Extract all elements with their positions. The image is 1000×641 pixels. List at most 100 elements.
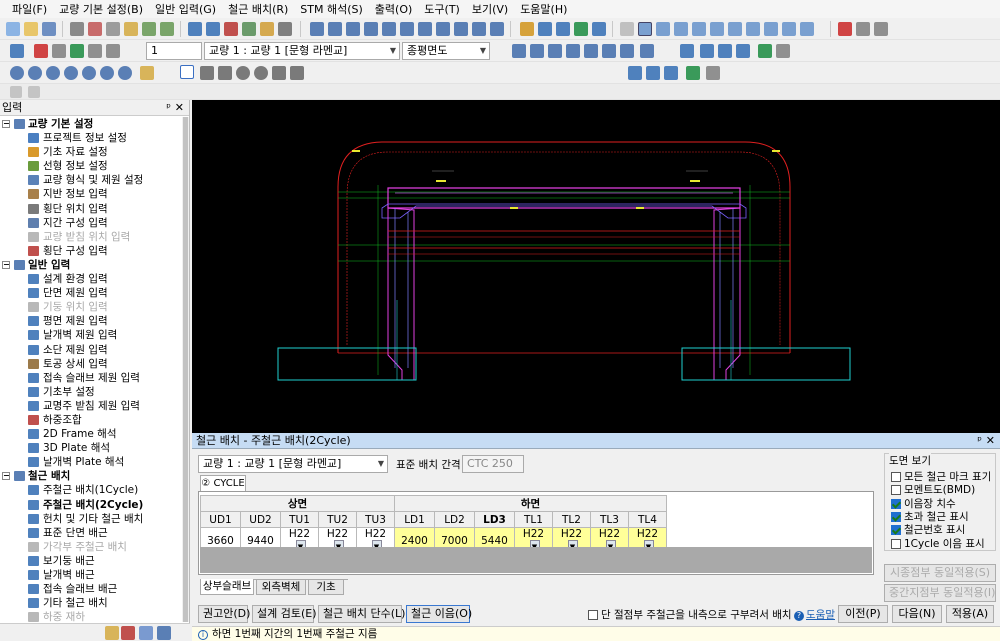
tool-icon[interactable]: [70, 44, 84, 58]
tool-icon[interactable]: [764, 22, 778, 36]
layer-icon[interactable]: [700, 44, 714, 58]
tree-item[interactable]: 보기둥 배근: [0, 554, 182, 568]
tree-item[interactable]: 교명주 받침 제원 입력: [0, 399, 182, 413]
tool-icon[interactable]: [592, 22, 606, 36]
layer-icon[interactable]: [776, 44, 790, 58]
undo-icon[interactable]: [142, 22, 156, 36]
view-icon[interactable]: [382, 22, 396, 36]
checkbox[interactable]: [891, 498, 901, 509]
calc-icon[interactable]: [188, 22, 202, 36]
tool-icon[interactable]: [838, 22, 852, 36]
view-icon[interactable]: [418, 22, 432, 36]
tool-icon[interactable]: [620, 22, 634, 36]
tree-item[interactable]: 소단 제원 입력: [0, 343, 182, 357]
nav-icon[interactable]: [512, 44, 526, 58]
tab-cycle[interactable]: ② CYCLE: [200, 475, 246, 491]
tree-item[interactable]: 하중조합: [0, 413, 182, 427]
view-icon[interactable]: [400, 22, 414, 36]
tool-icon[interactable]: [520, 22, 534, 36]
dialog-bridge-combo[interactable]: 교량 1 : 교량 1 [문형 라멘교] ▼: [198, 455, 388, 473]
tree-item[interactable]: 기초부 설정: [0, 385, 182, 399]
line-icon[interactable]: [180, 65, 194, 79]
circle-icon[interactable]: [254, 66, 268, 80]
checkbox[interactable]: [588, 610, 598, 620]
view-icon[interactable]: [436, 22, 450, 36]
zoom-out-icon[interactable]: [28, 66, 42, 80]
input-tab-icon[interactable]: [121, 626, 135, 640]
tool-icon[interactable]: [746, 22, 760, 36]
view-icon[interactable]: [364, 22, 378, 36]
tool-icon[interactable]: [646, 66, 660, 80]
start-end-apply-button[interactable]: 시종점부 동일적용(S): [884, 564, 996, 582]
paste-icon[interactable]: [124, 22, 138, 36]
tree-item[interactable]: 선형 정보 설정: [0, 159, 182, 173]
option-icon[interactable]: [278, 22, 292, 36]
menu-item[interactable]: STM 해석(S): [294, 1, 369, 17]
nav-icon[interactable]: [530, 44, 544, 58]
tree-item[interactable]: 날개벽 Plate 해석: [0, 455, 182, 469]
tree-item[interactable]: 토공 상세 입력: [0, 357, 182, 371]
help-link[interactable]: ? 도움말: [794, 607, 835, 622]
layer-icon[interactable]: [736, 44, 750, 58]
tree-item[interactable]: 평면 제원 입력: [0, 314, 182, 328]
subtab[interactable]: 외측벽체: [256, 579, 306, 595]
recommend-button[interactable]: 권고안(D): [198, 605, 250, 623]
redo-icon[interactable]: [160, 22, 174, 36]
checkbox[interactable]: [891, 472, 901, 482]
tool-icon[interactable]: [782, 22, 796, 36]
drawing-icon[interactable]: [260, 22, 274, 36]
folder-icon[interactable]: [105, 626, 119, 640]
tool-icon[interactable]: [88, 44, 102, 58]
nav-icon[interactable]: [640, 44, 654, 58]
checkbox[interactable]: [891, 538, 901, 549]
tree-item[interactable]: 헌치 및 기타 철근 배치: [0, 512, 182, 526]
pin-icon[interactable]: ᵖ: [166, 100, 171, 115]
design-review-button[interactable]: 설계 검토(E): [252, 605, 317, 623]
tree-item[interactable]: 접속 슬래브 배근: [0, 582, 182, 596]
tool-icon[interactable]: [674, 22, 688, 36]
tree-item[interactable]: 표준 단면 배근: [0, 526, 182, 540]
subtab[interactable]: 상부슬래브: [200, 579, 254, 595]
tree-item[interactable]: 단면 제원 입력: [0, 286, 182, 300]
nav-icon[interactable]: [548, 44, 562, 58]
tool-icon[interactable]: [272, 66, 286, 80]
menu-item[interactable]: 일반 입력(G): [149, 1, 222, 17]
tool-icon[interactable]: [106, 44, 120, 58]
view-icon[interactable]: [472, 22, 486, 36]
tool-icon[interactable]: [664, 66, 678, 80]
tree-item[interactable]: 기둥 위치 입력: [0, 300, 182, 314]
drawing-tab-icon[interactable]: [157, 626, 171, 640]
nav-icon[interactable]: [584, 44, 598, 58]
nav-icon[interactable]: [620, 44, 634, 58]
tree-item[interactable]: 기초 자료 설정: [0, 145, 182, 159]
tool-icon[interactable]: [556, 22, 570, 36]
zoom-in-icon[interactable]: [10, 66, 24, 80]
tool-icon[interactable]: [574, 22, 588, 36]
view-icon[interactable]: [454, 22, 468, 36]
tree-item[interactable]: 주철근 배치(2Cycle): [0, 498, 182, 512]
drawing-canvas[interactable]: [192, 100, 1000, 433]
tree-item[interactable]: 교량 형식 및 제원 설정: [0, 173, 182, 187]
tree-item[interactable]: 날개벽 배근: [0, 568, 182, 582]
output-tab-icon[interactable]: [139, 626, 153, 640]
tool-icon[interactable]: [290, 66, 304, 80]
view-combo[interactable]: 종평면도 ▼: [402, 42, 490, 60]
view-icon[interactable]: [310, 22, 324, 36]
view-icon[interactable]: [490, 22, 504, 36]
circle-icon[interactable]: [236, 66, 250, 80]
tree-item[interactable]: 횡단 구성 입력: [0, 244, 182, 258]
next-button[interactable]: 다음(N): [892, 605, 942, 623]
tree-item[interactable]: 프로젝트 정보 설정: [0, 131, 182, 145]
prev-button[interactable]: 이전(P): [838, 605, 888, 623]
menu-item[interactable]: 출력(O): [369, 1, 418, 17]
tree-group[interactable]: − 일반 입력: [0, 258, 182, 272]
layer-icon[interactable]: [758, 44, 772, 58]
zoom-previous-icon[interactable]: [100, 66, 114, 80]
tree-item[interactable]: 접속 슬래브 제원 입력: [0, 371, 182, 385]
bend-inside-checkbox[interactable]: 단 절점부 주철근을 내측으로 구부려서 배치: [588, 607, 792, 622]
tool-icon[interactable]: [34, 44, 48, 58]
scroll-thumb[interactable]: [183, 117, 188, 622]
zoom-extents-icon[interactable]: [82, 66, 96, 80]
tool-icon[interactable]: [638, 22, 652, 36]
tree-item[interactable]: 지반 정보 입력: [0, 187, 182, 201]
